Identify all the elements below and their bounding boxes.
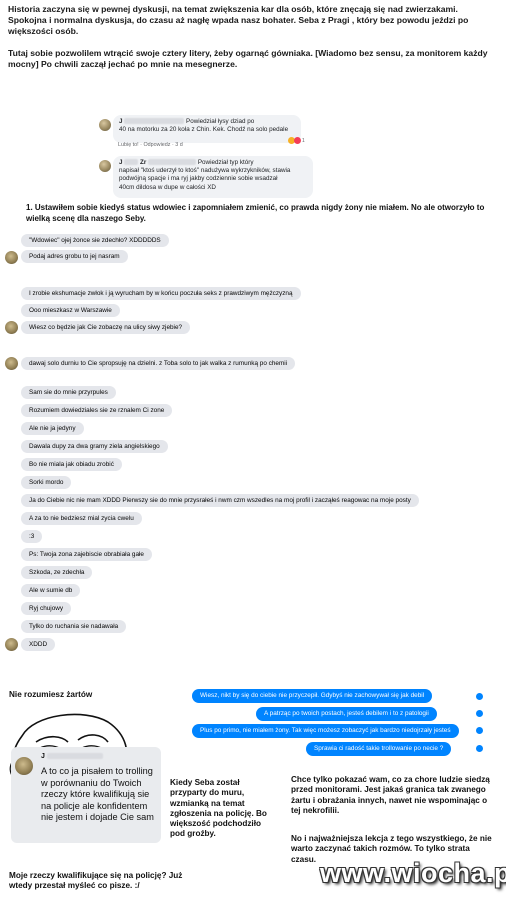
blurred-name [124, 159, 139, 166]
message-bubble: Sorki mordo [21, 476, 72, 489]
fb-comment-text-1: Powiedział łysy dziad po [186, 118, 255, 125]
blurred-name [148, 159, 197, 166]
angry-reaction-icon [294, 137, 301, 144]
message-bubble: Ooo mieszkasz w Warszawie [21, 304, 120, 317]
watermark-logo: www.wiocha.pl [320, 858, 506, 888]
sender-avatar [5, 251, 18, 264]
seba-comment-card: J A to co ja pisałem to trolling w porów… [11, 747, 161, 843]
message-bubble: Dawala dupy za dwa gramy ziela angielski… [21, 440, 168, 453]
sender-avatar [5, 321, 18, 334]
message-bubble: Ps: Twoja zona zajebiscie obrabiała gałe [21, 548, 152, 561]
like-link[interactable]: Lubię to! [118, 142, 139, 148]
bottom-caption: Moje rzeczy kwalifikujące się na policję… [9, 871, 183, 891]
my-message-bubble: A patrząc po twoich postach, jesteś debi… [256, 707, 437, 721]
fb-comment-text-2: napisał "ktoś uderzył to ktoś" nadużywa … [119, 167, 291, 175]
seen-indicator [476, 745, 483, 752]
fb-comment-1: J Powiedział łysy dziad po 40 na motorku… [113, 115, 301, 143]
my-message-bubble: Sprawia ci radość takie trollowanie po n… [306, 742, 452, 756]
step-1-text: 1. Ustawiłem sobie kiedyś status wdowiec… [26, 203, 485, 223]
avatar[interactable] [99, 119, 111, 131]
right-caption-1: Chce tylko pokazać wam, co za chore ludz… [291, 775, 490, 815]
comment-author[interactable]: J [41, 753, 45, 760]
reaction-count[interactable]: 1 [288, 137, 305, 144]
intro-paragraph-2: Tutaj sobie pozwolilem wtrącić swoje czt… [8, 47, 488, 69]
message-bubble: dawaj solo durniu to Cie spropsuję na dz… [21, 357, 296, 370]
message-bubble: Ale w sumie db [21, 584, 81, 597]
fb-comment-actions: Lubię to! · Odpowiedz · 3 d [118, 142, 183, 148]
sender-avatar [5, 638, 18, 651]
message-bubble: A za to nie bedziesz mial zycia cwelu [21, 512, 142, 525]
seen-indicator [476, 693, 483, 700]
fb-comment-author[interactable]: J [119, 118, 123, 125]
blurred-name [124, 118, 185, 125]
my-message-bubble: Wiesz, nikt by się do ciebie nie przycze… [192, 689, 433, 703]
avatar [15, 757, 33, 775]
intro-text: Historia zaczyna się w pewnej dyskusji, … [8, 4, 498, 80]
comment-time: 3 d [175, 142, 183, 148]
message-bubble: Szkoda, ze zdechła [21, 566, 93, 579]
seba-comment-text: A to co ja pisałem to trolling w porówna… [41, 766, 154, 823]
message-bubble: Ale nie ja jedyny [21, 422, 84, 435]
my-message-bubble: Plus po primo, nie miałem żony. Tak więc… [192, 724, 459, 738]
message-bubble: I zrobie ekshumacje zwłok i ją wyrucham … [21, 287, 301, 300]
message-bubble: XDDD [21, 638, 56, 651]
message-bubble: Wiesz co będzie jak Cie zobaczę na ulicy… [21, 321, 191, 334]
seen-indicator [476, 727, 483, 734]
message-bubble: "Wdowiec" ojej żonce sie zdechło? XDDDDD… [21, 234, 169, 247]
message-bubble: Sam sie do mnie przyrpules [21, 386, 116, 399]
seen-indicator [476, 710, 483, 717]
fb-comment-text-4: 40cm dildosa w dupe w całości XD [119, 183, 216, 191]
message-bubble: Bo nie miala jak obiadu zrobić [21, 458, 122, 471]
intro-paragraph-1: Historia zaczyna się w pewnej dyskusji, … [8, 4, 469, 37]
message-bubble: Podaj adres grobu to jej nasram [21, 250, 128, 263]
fb-comment-2: J Zr Powiedział typ który napisał "ktoś … [113, 156, 313, 198]
middle-caption: Kiedy Seba został przyparty do muru, wzm… [170, 778, 267, 839]
fb-comment-author[interactable]: J [119, 159, 123, 166]
fb-comment-text-2: 40 na motorku za 20 koła z Chin. Kek. Ch… [119, 126, 289, 134]
fb-comment-text-1: Powiedział typ który [197, 159, 254, 166]
blurred-name [46, 753, 103, 760]
message-bubble: Tylko do ruchania sie nadawała [21, 620, 127, 633]
sender-avatar [5, 357, 18, 370]
message-bubble: :3 [21, 530, 43, 543]
avatar[interactable] [99, 160, 111, 172]
message-bubble: Ja do Ciebie nic nie mam XDDD Pierwszy s… [21, 494, 419, 507]
troll-caption: Nie rozumiesz żartów [9, 690, 93, 699]
message-bubble: Ryj chujowy [21, 602, 72, 615]
message-bubble: Rozumiem dowiedziales sie ze rznalem Ci … [21, 404, 173, 417]
reply-link[interactable]: Odpowiedz [143, 142, 170, 148]
fb-comment-text-3: podwójną spacje i ma ryj jakby codzienni… [119, 175, 278, 183]
